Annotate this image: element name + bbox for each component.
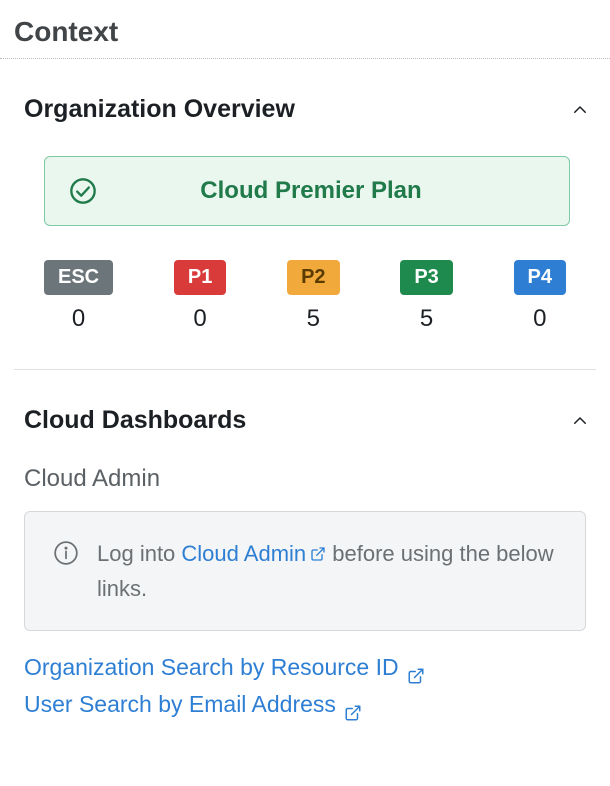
cloud-admin-subtitle: Cloud Admin — [24, 465, 610, 493]
external-link-icon — [407, 659, 425, 677]
priority-count: 0 — [193, 305, 206, 333]
info-icon — [53, 540, 79, 566]
external-link-icon — [310, 537, 326, 553]
info-text: Log into Cloud Admin before using the be… — [97, 536, 557, 606]
chevron-up-icon — [570, 100, 590, 120]
priority-p3[interactable]: P3 5 — [400, 260, 452, 333]
dashboards-header[interactable]: Cloud Dashboards — [0, 370, 610, 435]
priority-badge: P1 — [174, 260, 226, 295]
priority-esc[interactable]: ESC 0 — [44, 260, 113, 333]
priority-p2[interactable]: P2 5 — [287, 260, 339, 333]
plan-label: Cloud Premier Plan — [97, 177, 545, 205]
priority-row: ESC 0 P1 0 P2 5 P3 5 P4 0 — [44, 260, 566, 333]
priority-count: 0 — [72, 305, 85, 333]
user-search-link[interactable]: User Search by Email Address — [24, 686, 586, 723]
info-callout: Log into Cloud Admin before using the be… — [24, 511, 586, 631]
priority-p1[interactable]: P1 0 — [174, 260, 226, 333]
check-circle-icon — [69, 177, 97, 205]
org-search-link[interactable]: Organization Search by Resource ID — [24, 649, 586, 686]
priority-count: 5 — [307, 305, 320, 333]
external-link-icon — [344, 696, 362, 714]
dashboards-title: Cloud Dashboards — [24, 406, 246, 435]
info-prefix: Log into — [97, 541, 181, 566]
context-heading: Context — [0, 0, 610, 59]
plan-banner: Cloud Premier Plan — [44, 156, 570, 226]
org-overview-header[interactable]: Organization Overview — [0, 59, 610, 124]
org-overview-title: Organization Overview — [24, 95, 295, 124]
priority-badge: P3 — [400, 260, 452, 295]
priority-badge: P4 — [514, 260, 566, 295]
priority-count: 5 — [420, 305, 433, 333]
dashboard-links: Organization Search by Resource ID User … — [24, 649, 586, 723]
priority-p4[interactable]: P4 0 — [514, 260, 566, 333]
priority-badge: P2 — [287, 260, 339, 295]
chevron-up-icon — [570, 411, 590, 431]
cloud-admin-link[interactable]: Cloud Admin — [181, 541, 326, 566]
priority-count: 0 — [533, 305, 546, 333]
priority-badge: ESC — [44, 260, 113, 295]
